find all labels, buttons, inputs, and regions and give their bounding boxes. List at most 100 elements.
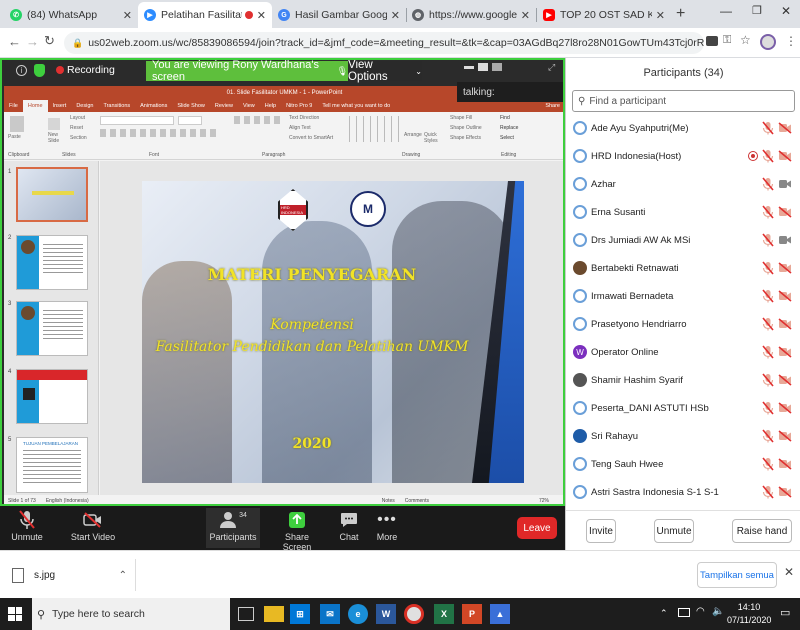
microsoft-store-icon[interactable]: ⊞ <box>290 604 310 624</box>
restore-window-icon[interactable]: ❐ <box>752 4 762 17</box>
participant-row[interactable]: Ade Ayu Syahputri(Me) <box>566 114 800 142</box>
close-window-icon[interactable]: ✕ <box>781 4 791 18</box>
zoom-level[interactable]: 72% <box>539 498 549 504</box>
ppt-menu-review[interactable]: Review <box>210 100 238 112</box>
forward-icon[interactable]: → <box>26 34 39 49</box>
participant-row[interactable]: W Operator Online <box>566 338 800 366</box>
taskbar-clock[interactable]: 14:10 07/11/2020 <box>727 601 771 627</box>
tab-google-imgres[interactable]: ◍ https://www.google.com/imgr ✕ <box>406 2 536 28</box>
participants-button[interactable]: 34 Participants <box>206 508 260 548</box>
download-item[interactable]: s.jpg ⌃ <box>8 559 136 591</box>
slide-thumbnail-5[interactable]: TUJUAN PEMBELAJARAN <box>16 437 88 493</box>
shape-fill-button[interactable]: Shape Fill <box>450 115 472 121</box>
layout-button[interactable]: Layout <box>70 115 85 121</box>
participant-row[interactable]: Teng Sauh Hwee <box>566 450 800 478</box>
unmute-button[interactable]: Unmute <box>8 508 46 542</box>
layout-icon[interactable] <box>478 63 488 71</box>
participant-row[interactable]: Irmawati Bernadeta <box>566 282 800 310</box>
convert-smartart-button[interactable]: Convert to SmartArt <box>289 135 333 141</box>
invite-button[interactable]: Invite <box>586 519 616 543</box>
participant-row[interactable]: Bertabekti Retnawati <box>566 254 800 282</box>
shapes-gallery[interactable] <box>349 116 399 142</box>
mail-icon[interactable]: ✉ <box>320 604 340 624</box>
language-indicator[interactable]: English (Indonesia) <box>46 498 89 504</box>
close-tab-icon[interactable]: ✕ <box>257 9 266 22</box>
ppt-menu-animations[interactable]: Animations <box>135 100 172 112</box>
section-button[interactable]: Section <box>70 135 87 141</box>
paragraph-buttons[interactable] <box>234 116 284 124</box>
participant-row[interactable]: Peserta_DANI ASTUTI HSb <box>566 394 800 422</box>
arrange-button[interactable]: Arrange <box>404 132 422 138</box>
task-view-icon[interactable] <box>238 607 254 621</box>
ppt-menu-slideshow[interactable]: Slide Show <box>172 100 210 112</box>
participant-search-input[interactable]: ⚲ Find a participant <box>572 90 795 112</box>
reload-icon[interactable]: ↻ <box>44 33 55 49</box>
close-tab-icon[interactable]: ✕ <box>391 9 400 22</box>
notifications-icon[interactable]: ▭ <box>780 606 790 619</box>
ppt-menu-transitions[interactable]: Transitions <box>98 100 135 112</box>
edge-icon[interactable]: e <box>348 604 368 624</box>
align-text-button[interactable]: Align Text <box>289 125 311 131</box>
minimize-icon[interactable] <box>464 65 474 69</box>
leave-button[interactable]: Leave <box>517 517 557 539</box>
bookmark-star-icon[interactable]: ☆ <box>740 33 751 47</box>
current-slide[interactable]: HRD INDONESIA M MATERI PENYEGARAN Kompet… <box>142 181 524 483</box>
network-icon[interactable]: ◠ <box>696 606 705 617</box>
find-button[interactable]: Find <box>500 115 510 121</box>
share-screen-button[interactable]: Share Screen <box>272 508 322 552</box>
paste-icon[interactable] <box>10 116 24 132</box>
taskbar-search-input[interactable]: ⚲ Type here to search <box>32 598 230 630</box>
font-name-field[interactable] <box>100 116 174 125</box>
close-download-bar-icon[interactable]: ✕ <box>784 565 794 579</box>
paste-label[interactable]: Paste <box>8 134 21 140</box>
ppt-menu-view[interactable]: View <box>238 100 260 112</box>
ppt-menu-file[interactable]: File <box>4 100 23 112</box>
replace-button[interactable]: Replace <box>500 125 518 131</box>
participant-row[interactable]: Shamir Hashim Syarif <box>566 366 800 394</box>
text-direction-button[interactable]: Text Direction <box>289 115 319 121</box>
tab-whatsapp[interactable]: ✆ (84) WhatsApp ✕ <box>4 2 138 28</box>
shape-effects-button[interactable]: Shape Effects <box>450 135 481 141</box>
chevron-up-icon[interactable]: ⌃ <box>119 570 127 581</box>
slide-thumbnail-3[interactable] <box>16 301 88 356</box>
reset-button[interactable]: Reset <box>70 125 83 131</box>
show-hidden-icons[interactable]: ⌃ <box>660 608 668 619</box>
ppt-menu-nitro[interactable]: Nitro Pro 9 <box>281 100 317 112</box>
raise-hand-button[interactable]: Raise hand <box>732 519 792 543</box>
file-explorer-icon[interactable] <box>264 606 284 622</box>
video-layout-controls[interactable] <box>460 60 506 74</box>
participant-row[interactable]: Astri Sastra Indonesia S-1 S-1 <box>566 478 800 506</box>
back-icon[interactable]: ← <box>8 34 21 49</box>
start-video-button[interactable]: Start Video <box>70 508 116 542</box>
excel-icon[interactable]: X <box>434 604 454 624</box>
ppt-menu-help[interactable]: Help <box>260 100 281 112</box>
cast-icon[interactable] <box>706 36 718 46</box>
ppt-menu-design[interactable]: Design <box>71 100 98 112</box>
quick-styles-button[interactable]: Quick Styles <box>424 132 444 144</box>
new-slide-icon[interactable] <box>48 118 60 130</box>
participant-row[interactable]: Drs Jumiadi AW Ak MSi <box>566 226 800 254</box>
profile-avatar[interactable] <box>760 34 776 50</box>
chat-button[interactable]: Chat <box>334 508 364 542</box>
participant-row[interactable]: HRD Indonesia(Host) <box>566 142 800 170</box>
new-slide-label[interactable]: New Slide <box>48 132 68 144</box>
photos-icon[interactable]: ▲ <box>490 604 510 624</box>
slide-thumbnail-2[interactable] <box>16 235 88 290</box>
chrome-menu-icon[interactable]: ⋮ <box>785 34 797 48</box>
notes-button[interactable]: Notes <box>382 498 395 504</box>
ppt-tell-me[interactable]: Tell me what you want to do <box>317 100 395 112</box>
ppt-menu-home[interactable]: Home <box>22 100 48 112</box>
tab-google-images[interactable]: G Hasil Gambar Google ✕ <box>272 2 406 28</box>
fullscreen-icon[interactable]: ⤢ <box>548 62 555 73</box>
font-size-field[interactable] <box>178 116 202 125</box>
close-tab-icon[interactable]: ✕ <box>123 9 132 22</box>
close-tab-icon[interactable]: ✕ <box>656 9 665 22</box>
font-format-buttons[interactable] <box>100 129 220 137</box>
layout-alt-icon[interactable] <box>492 63 502 71</box>
battery-icon[interactable] <box>678 608 690 617</box>
address-bar[interactable]: 🔒 us02web.zoom.us/wc/85839086594/join?tr… <box>64 32 704 54</box>
show-all-downloads-button[interactable]: Tampilkan semua <box>697 562 777 588</box>
unmute-self-button[interactable]: Unmute <box>654 519 694 543</box>
participant-row[interactable]: Azhar <box>566 170 800 198</box>
tab-youtube[interactable]: ▶ TOP 20 OST SAD K-DRAMA 2 ✕ <box>537 2 671 28</box>
